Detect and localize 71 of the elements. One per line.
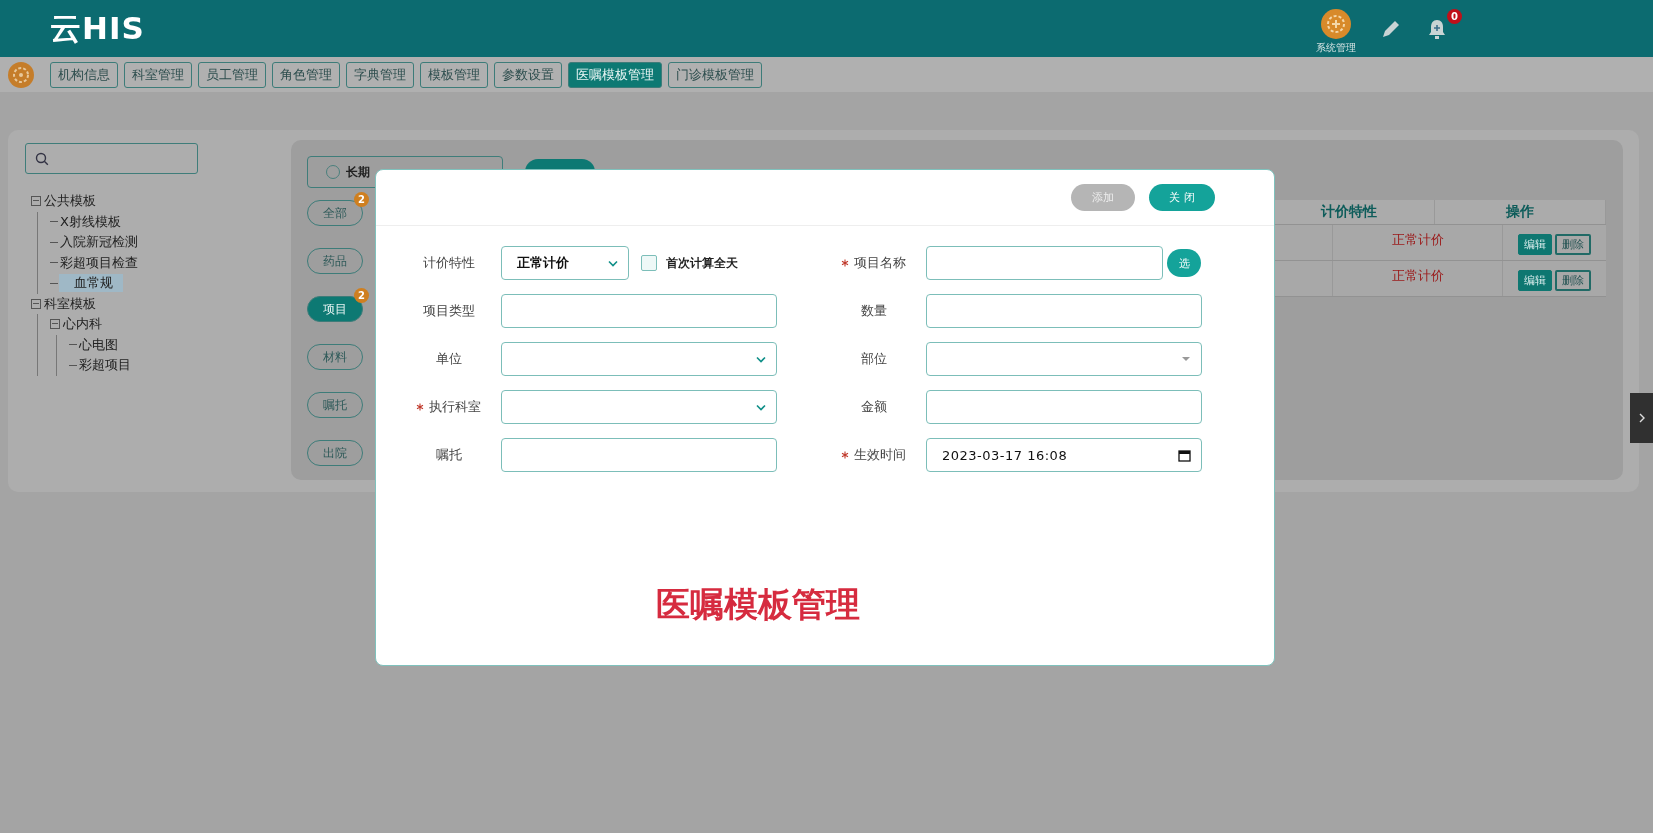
chevron-right-icon — [1637, 412, 1646, 424]
expand-icon[interactable] — [50, 319, 60, 330]
input-field[interactable] — [926, 246, 1163, 280]
field-label: 执行科室 — [429, 398, 481, 416]
field-label: 部位 — [860, 350, 887, 368]
radio-label[interactable]: 长期 — [346, 163, 370, 181]
checkbox[interactable] — [641, 255, 657, 271]
tree-item[interactable]: X射线模板 — [59, 211, 122, 232]
column-header: 操作 — [1435, 200, 1606, 224]
select-button[interactable]: 选 — [1167, 249, 1201, 277]
nav-tab[interactable]: 医嘱模板管理 — [568, 61, 662, 88]
nav-tab[interactable]: 员工管理 — [198, 61, 266, 88]
search-field[interactable] — [25, 143, 198, 174]
chevron-down-icon — [608, 259, 618, 267]
expand-handle[interactable] — [1630, 393, 1653, 443]
field-label: 项目名称 — [854, 254, 906, 272]
chevron-down-icon — [756, 403, 766, 411]
gear-icon — [1321, 8, 1351, 39]
select-field[interactable] — [926, 342, 1202, 376]
delete-button[interactable]: 删除 — [1555, 270, 1591, 291]
field-label: 单位 — [435, 350, 462, 368]
table-cell: 正常计价 — [1333, 261, 1503, 296]
search-icon — [35, 151, 49, 166]
nav-tab[interactable]: 字典管理 — [346, 61, 414, 88]
input-field[interactable] — [926, 294, 1202, 328]
expand-icon[interactable] — [31, 298, 41, 309]
system-button[interactable]: 系统管理 — [1316, 2, 1356, 55]
field-label: 数量 — [860, 302, 887, 320]
calendar-icon — [1178, 448, 1191, 462]
tree-item[interactable]: 心内科 — [62, 314, 103, 335]
field-label: 计价特性 — [422, 254, 475, 272]
tree-item[interactable]: 彩超项目检查 — [59, 252, 139, 273]
count-badge: 2 — [354, 192, 369, 207]
edit-button[interactable]: 编辑 — [1518, 270, 1552, 291]
bell-icon[interactable] — [1426, 17, 1448, 40]
field-label: 项目类型 — [422, 302, 475, 320]
chevron-down-icon — [756, 355, 766, 363]
close-button[interactable]: 关 闭 — [1149, 184, 1215, 211]
field-label: 金额 — [860, 398, 887, 416]
nav-tab[interactable]: 机构信息 — [50, 61, 118, 88]
field-label: 生效时间 — [854, 446, 906, 464]
edit-button[interactable]: 编辑 — [1518, 234, 1552, 255]
input-field[interactable] — [501, 438, 777, 472]
select-field[interactable] — [501, 342, 777, 376]
nav-tab[interactable]: 角色管理 — [272, 61, 340, 88]
input-field[interactable] — [501, 294, 777, 328]
expand-icon[interactable] — [31, 196, 41, 207]
count-badge: 2 — [354, 288, 369, 303]
nav-tab[interactable]: 参数设置 — [494, 61, 562, 88]
nav-tab[interactable]: 科室管理 — [124, 61, 192, 88]
tree-item[interactable]: 公共模板 — [43, 191, 97, 212]
notification-badge: 0 — [1447, 8, 1462, 24]
tree-item[interactable]: 入院新冠检测 — [59, 232, 139, 253]
caret-icon — [1181, 356, 1191, 362]
datetime-field[interactable]: 2023-03-17 16:08 — [926, 438, 1202, 472]
checkbox-label[interactable]: 首次计算全天 — [666, 254, 738, 272]
tree-item[interactable]: 心电图 — [78, 334, 119, 355]
tree-item[interactable]: 彩超项目 — [78, 355, 132, 376]
select-field[interactable]: 正常计价 — [501, 246, 629, 280]
gear-icon — [8, 61, 34, 88]
caption-text: 医嘱模板管理 — [656, 583, 860, 626]
tree-item[interactable]: 血常规 — [59, 274, 123, 293]
table-cell: 正常计价 — [1333, 225, 1503, 260]
nav-tab[interactable]: 模板管理 — [420, 61, 488, 88]
nav-tab[interactable]: 门诊模板管理 — [668, 61, 762, 88]
delete-button[interactable]: 删除 — [1555, 234, 1591, 255]
select-field[interactable] — [501, 390, 777, 424]
input-field[interactable] — [926, 390, 1202, 424]
tree-item[interactable]: 科室模板 — [43, 293, 97, 314]
field-label: 嘱托 — [435, 446, 462, 464]
app-logo: 云HIS — [50, 8, 145, 48]
